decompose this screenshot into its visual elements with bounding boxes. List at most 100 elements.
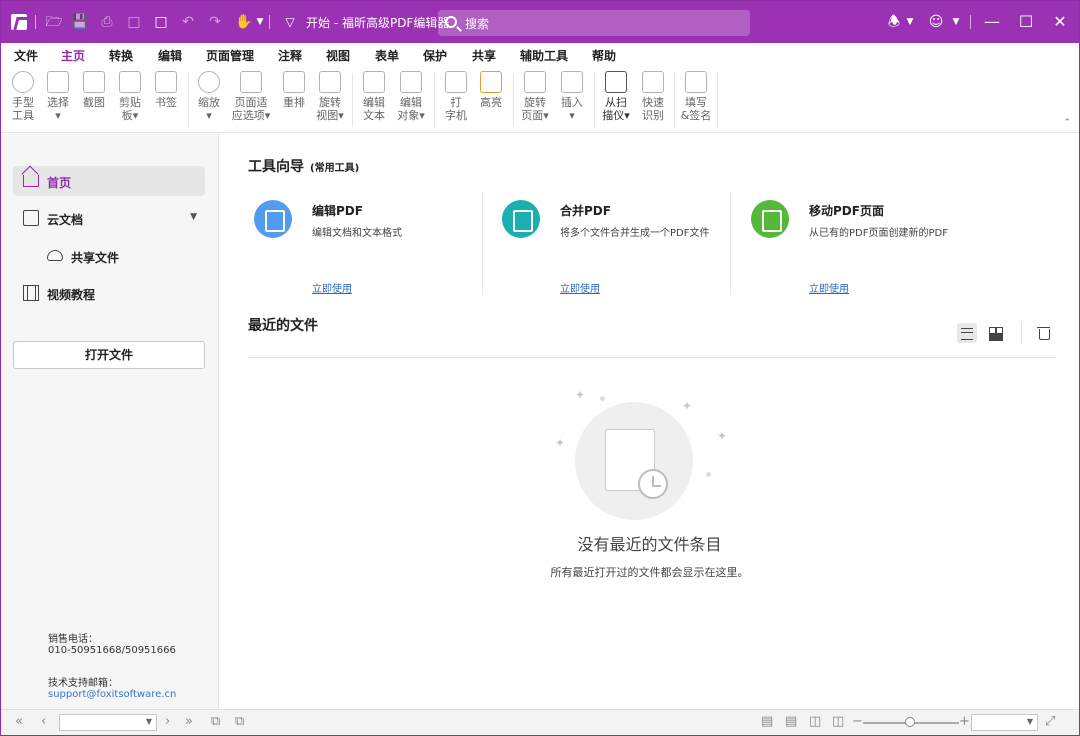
print-icon[interactable]: ⎙ bbox=[98, 13, 116, 31]
continuous-facing-icon[interactable]: ◫ bbox=[832, 715, 844, 729]
use-now-link[interactable]: 立即使用 bbox=[560, 280, 600, 295]
menu-protect[interactable]: 保护 bbox=[423, 47, 447, 64]
menu-file[interactable]: 文件 bbox=[14, 47, 38, 64]
status-bar: « ‹ ▼ › » ⧉ ⧉ ▤ ▤ ◫ ◫ − + ▼ ⤢ bbox=[1, 709, 1079, 735]
tool-card-move-pages[interactable]: 移动PDF页面 从已有的PDF页面创建新的PDF 立即使用 bbox=[745, 192, 993, 295]
use-now-link[interactable]: 立即使用 bbox=[809, 280, 849, 295]
empty-state-subtitle: 所有最近打开过的文件都会显示在这里。 bbox=[550, 566, 749, 579]
button-label: 打 字机 bbox=[445, 96, 467, 122]
sidebar-item-shared-files[interactable]: 共享文件 bbox=[37, 241, 205, 271]
collapse-ribbon-icon[interactable]: ⌃ bbox=[1063, 118, 1071, 128]
sidebar-item-video-tutorials[interactable]: 视频教程 bbox=[13, 278, 205, 308]
sidebar-item-home[interactable]: 首页 bbox=[13, 166, 205, 196]
open-file-button[interactable]: 打开文件 bbox=[13, 341, 205, 369]
sidebar-item-cloud-docs[interactable]: 云文档 ▼ bbox=[13, 203, 205, 233]
menu-edit[interactable]: 编辑 bbox=[158, 47, 182, 64]
facing-page-icon[interactable]: ◫ bbox=[809, 715, 821, 729]
tool-card-desc: 编辑文档和文本格式 bbox=[312, 228, 402, 239]
paste-icon[interactable]: □ bbox=[125, 13, 143, 31]
new-doc-icon[interactable]: □ bbox=[152, 13, 170, 31]
fill-sign-button[interactable]: 填写 &签名 bbox=[676, 69, 716, 127]
typewriter-icon bbox=[445, 71, 467, 93]
menu-convert[interactable]: 转换 bbox=[109, 47, 133, 64]
close-button[interactable]: ✕ bbox=[1049, 11, 1071, 33]
button-label: 缩放 ▾ bbox=[198, 96, 220, 122]
insert-button[interactable]: 插入 ▾ bbox=[552, 69, 592, 127]
clipboard-icon bbox=[119, 71, 141, 93]
continuous-page-icon[interactable]: ▤ bbox=[785, 715, 797, 729]
app-logo-icon[interactable] bbox=[11, 14, 27, 30]
zoom-out-icon[interactable]: − bbox=[852, 715, 863, 729]
list-view-icon[interactable] bbox=[957, 323, 977, 343]
trash-icon[interactable] bbox=[1034, 323, 1054, 343]
minimize-button[interactable]: — bbox=[981, 11, 1003, 33]
open-folder-icon[interactable]: 🗁 bbox=[45, 13, 63, 31]
chevron-down-icon[interactable]: ▼ bbox=[190, 212, 197, 222]
zoom-in-icon[interactable]: + bbox=[959, 715, 970, 729]
save-icon[interactable]: 💾 bbox=[71, 13, 89, 31]
last-page-icon[interactable]: » bbox=[185, 715, 193, 729]
page-number-input[interactable]: ▼ bbox=[59, 714, 157, 731]
clipboard-button[interactable]: 剪贴 板▾ bbox=[110, 69, 150, 127]
chevron-down-icon[interactable]: ▼ bbox=[251, 13, 269, 31]
divider bbox=[269, 15, 270, 29]
next-page-icon[interactable]: › bbox=[165, 715, 170, 729]
select-button[interactable]: 选择 ▾ bbox=[38, 69, 78, 127]
screenshot-button[interactable]: 截图 bbox=[74, 69, 114, 127]
grid-view-icon[interactable] bbox=[985, 323, 1005, 343]
hand-tool-button[interactable]: 手型 工具 bbox=[3, 69, 43, 127]
zoom-slider-handle[interactable] bbox=[905, 717, 915, 727]
menu-form[interactable]: 表单 bbox=[375, 47, 399, 64]
use-now-link[interactable]: 立即使用 bbox=[312, 280, 352, 295]
prev-page-icon[interactable]: ‹ bbox=[41, 715, 46, 729]
menu-help[interactable]: 帮助 bbox=[592, 47, 616, 64]
ribbon-divider bbox=[434, 73, 435, 127]
button-label: 旋转 页面▾ bbox=[521, 96, 549, 122]
menu-home[interactable]: 主页 bbox=[57, 47, 89, 70]
zoom-button[interactable]: 缩放 ▾ bbox=[189, 69, 229, 127]
duplicate-view-icon[interactable]: ⧉ bbox=[211, 715, 220, 729]
toolbar-divider bbox=[1021, 322, 1022, 344]
button-label: 截图 bbox=[83, 96, 105, 109]
chevron-down-icon[interactable]: ▼ bbox=[146, 717, 152, 726]
reflow-button[interactable]: 重排 bbox=[274, 69, 314, 127]
customize-toolbar-icon[interactable]: ▽ bbox=[281, 13, 299, 31]
tool-guide-heading: 工具向导 (常用工具) bbox=[248, 156, 359, 176]
redo-icon[interactable]: ↷ bbox=[206, 13, 224, 31]
chevron-down-icon[interactable]: ▼ bbox=[1027, 717, 1033, 726]
account-icon[interactable]: ☺ bbox=[927, 13, 945, 31]
rotate-view-button[interactable]: 旋转 视图▾ bbox=[310, 69, 350, 127]
maximize-button[interactable]: ☐ bbox=[1015, 11, 1037, 33]
bookmark-button[interactable]: 书签 bbox=[146, 69, 186, 127]
tool-card-edit-pdf[interactable]: 编辑PDF 编辑文档和文本格式 立即使用 bbox=[248, 192, 496, 295]
screenshot-icon bbox=[83, 71, 105, 93]
menu-share[interactable]: 共享 bbox=[472, 47, 496, 64]
edit-object-button[interactable]: 编辑 对象▾ bbox=[391, 69, 431, 127]
rotate-page-button[interactable]: 旋转 页面▾ bbox=[515, 69, 555, 127]
search-box[interactable]: 搜索 bbox=[438, 10, 750, 36]
title-bar: 🗁 💾 ⎙ □ □ ↶ ↷ ✋ ▼ ▽ 开始 - 福昕高级PDF编辑器 搜索 🕭… bbox=[1, 1, 1079, 43]
scanner-button[interactable]: 从扫 描仪▾ bbox=[596, 69, 636, 127]
highlight-button[interactable]: 高亮 bbox=[471, 69, 511, 127]
button-label: 重排 bbox=[283, 96, 305, 109]
split-view-icon[interactable]: ⧉ bbox=[235, 715, 244, 729]
undo-icon[interactable]: ↶ bbox=[179, 13, 197, 31]
highlight-icon bbox=[480, 71, 502, 93]
menu-view[interactable]: 视图 bbox=[326, 47, 350, 64]
rotate-page-icon bbox=[524, 71, 546, 93]
fit-page-button[interactable]: 页面适 应选项▾ bbox=[229, 69, 273, 127]
ocr-button[interactable]: 快速 识别 bbox=[633, 69, 673, 127]
first-page-icon[interactable]: « bbox=[15, 715, 23, 729]
chevron-down-icon[interactable]: ▼ bbox=[901, 13, 919, 31]
menu-comment[interactable]: 注释 bbox=[278, 47, 302, 64]
typewriter-button[interactable]: 打 字机 bbox=[436, 69, 476, 127]
single-page-icon[interactable]: ▤ bbox=[761, 715, 773, 729]
fullscreen-icon[interactable]: ⤢ bbox=[1045, 715, 1055, 729]
chevron-down-icon[interactable]: ▼ bbox=[947, 13, 965, 31]
menu-page-manage[interactable]: 页面管理 bbox=[206, 47, 254, 64]
edit-text-button[interactable]: 编辑 文本 bbox=[354, 69, 394, 127]
tool-card-merge-pdf[interactable]: 合并PDF 将多个文件合并生成一个PDF文件 立即使用 bbox=[496, 192, 744, 295]
support-email-link[interactable]: support@foxitsoftware.cn bbox=[48, 689, 176, 700]
menu-accessibility[interactable]: 辅助工具 bbox=[520, 47, 568, 64]
zoom-level-input[interactable]: ▼ bbox=[971, 714, 1038, 731]
